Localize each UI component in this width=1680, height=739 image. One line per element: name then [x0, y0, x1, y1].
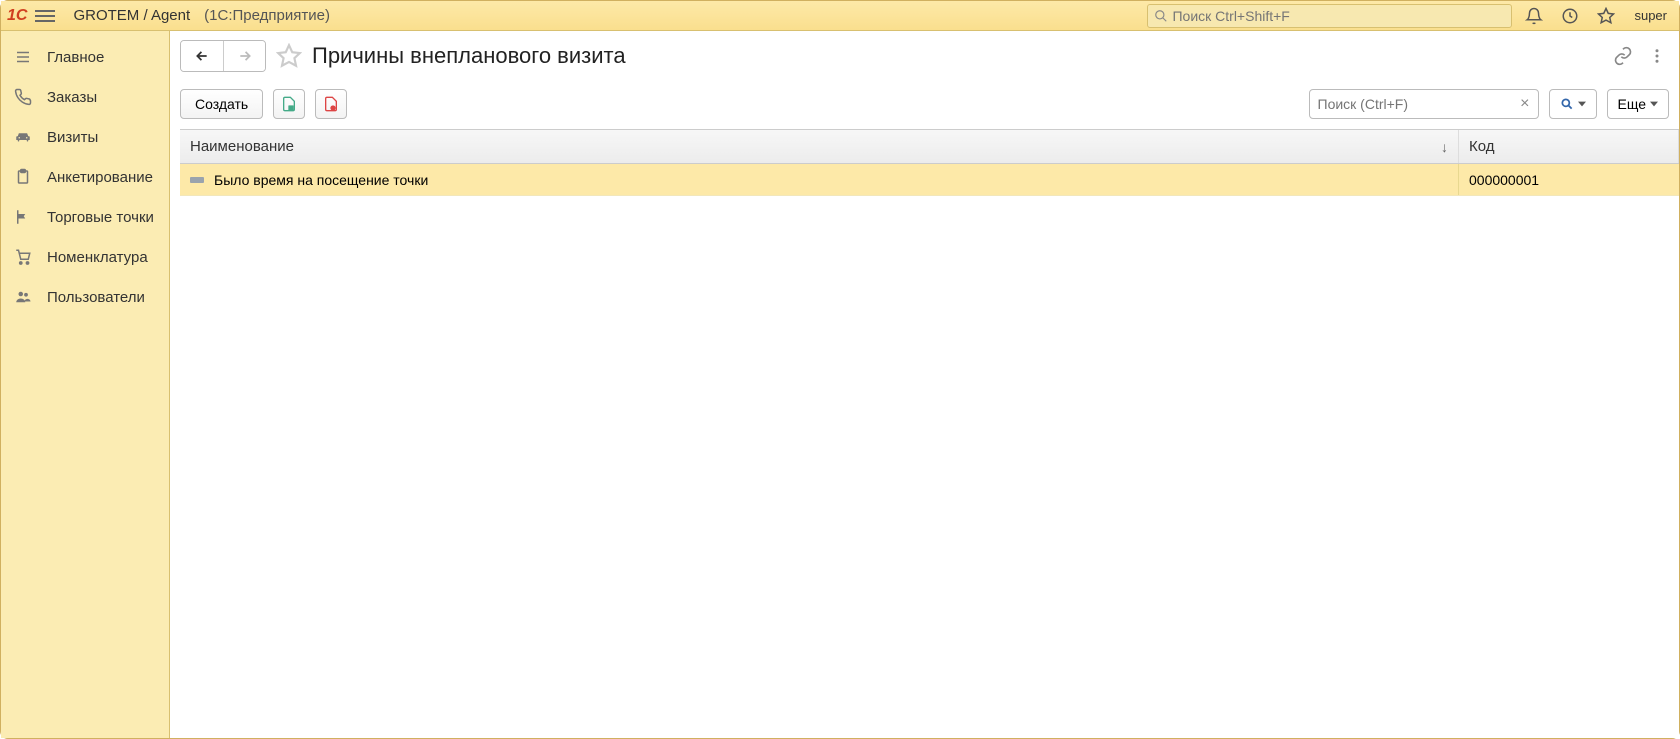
global-search[interactable]	[1147, 4, 1512, 28]
bell-icon[interactable]	[1520, 2, 1548, 30]
phone-icon	[13, 87, 33, 107]
import-button[interactable]	[273, 89, 305, 119]
sidebar-item-label: Пользователи	[47, 289, 145, 306]
sidebar-item-visits[interactable]: Визиты	[1, 117, 169, 157]
list-icon	[13, 47, 33, 67]
history-icon[interactable]	[1556, 2, 1584, 30]
app-name: GROTEM / Agent	[73, 7, 190, 24]
sidebar-item-outlets[interactable]: Торговые точки	[1, 197, 169, 237]
column-header-label: Код	[1469, 138, 1495, 155]
doc-remove-icon	[323, 96, 339, 112]
data-table: Наименование ↓ Код Было время на посещен…	[180, 129, 1679, 738]
sidebar-item-label: Главное	[47, 49, 104, 66]
search-icon	[1154, 9, 1168, 23]
search-icon	[1560, 97, 1574, 111]
sidebar: Главное Заказы Визиты Анкетирование Торг…	[1, 31, 170, 738]
main-content: Причины внепланового визита Создать ×	[170, 31, 1679, 738]
sidebar-item-label: Заказы	[47, 89, 97, 106]
more-label: Еще	[1618, 96, 1647, 112]
back-button[interactable]	[181, 41, 223, 71]
toolbar: Создать × Еще	[170, 75, 1679, 129]
column-header-name[interactable]: Наименование ↓	[180, 130, 1459, 163]
chevron-down-icon	[1650, 100, 1658, 108]
delete-button[interactable]	[315, 89, 347, 119]
sidebar-item-orders[interactable]: Заказы	[1, 77, 169, 117]
page-header: Причины внепланового визита	[170, 31, 1679, 75]
cell-name: Было время на посещение точки	[214, 172, 428, 188]
chevron-down-icon	[1578, 100, 1586, 108]
forward-button[interactable]	[223, 41, 265, 71]
app-header: 1С GROTEM / Agent (1C:Предприятие) super	[1, 1, 1679, 31]
sidebar-item-main[interactable]: Главное	[1, 37, 169, 77]
local-search[interactable]: ×	[1309, 89, 1539, 119]
sidebar-item-label: Номенклатура	[47, 249, 148, 266]
more-button[interactable]: Еще	[1607, 89, 1670, 119]
sidebar-item-nomenclature[interactable]: Номенклатура	[1, 237, 169, 277]
sidebar-item-label: Торговые точки	[47, 209, 154, 226]
car-icon	[13, 127, 33, 147]
search-dropdown-button[interactable]	[1549, 89, 1597, 119]
star-icon[interactable]	[1592, 2, 1620, 30]
clear-search-icon[interactable]: ×	[1516, 95, 1533, 113]
column-header-code[interactable]: Код	[1459, 130, 1679, 163]
column-header-label: Наименование	[190, 138, 294, 155]
kebab-menu-icon[interactable]	[1645, 47, 1669, 65]
sidebar-item-label: Визиты	[47, 129, 98, 146]
table-row[interactable]: Было время на посещение точки 000000001	[180, 164, 1679, 196]
create-button[interactable]: Создать	[180, 89, 263, 119]
page-title: Причины внепланового визита	[312, 43, 626, 69]
sidebar-item-surveys[interactable]: Анкетирование	[1, 157, 169, 197]
hamburger-icon[interactable]	[35, 6, 55, 26]
cart-icon	[13, 247, 33, 267]
favorite-star-icon[interactable]	[276, 43, 302, 69]
user-label: super	[1628, 8, 1673, 23]
nav-buttons	[180, 40, 266, 72]
logo-1c: 1С	[7, 7, 27, 25]
sidebar-item-label: Анкетирование	[47, 169, 153, 186]
global-search-input[interactable]	[1172, 8, 1505, 24]
sidebar-item-users[interactable]: Пользователи	[1, 277, 169, 317]
users-icon	[13, 287, 33, 307]
table-header: Наименование ↓ Код	[180, 130, 1679, 164]
flag-icon	[13, 207, 33, 227]
doc-add-icon	[281, 96, 297, 112]
app-suffix: (1C:Предприятие)	[204, 7, 330, 24]
link-icon[interactable]	[1611, 46, 1635, 66]
row-marker-icon	[190, 177, 204, 183]
cell-code: 000000001	[1469, 172, 1539, 188]
local-search-input[interactable]	[1318, 96, 1517, 112]
sort-down-icon: ↓	[1441, 139, 1448, 155]
clipboard-icon	[13, 167, 33, 187]
